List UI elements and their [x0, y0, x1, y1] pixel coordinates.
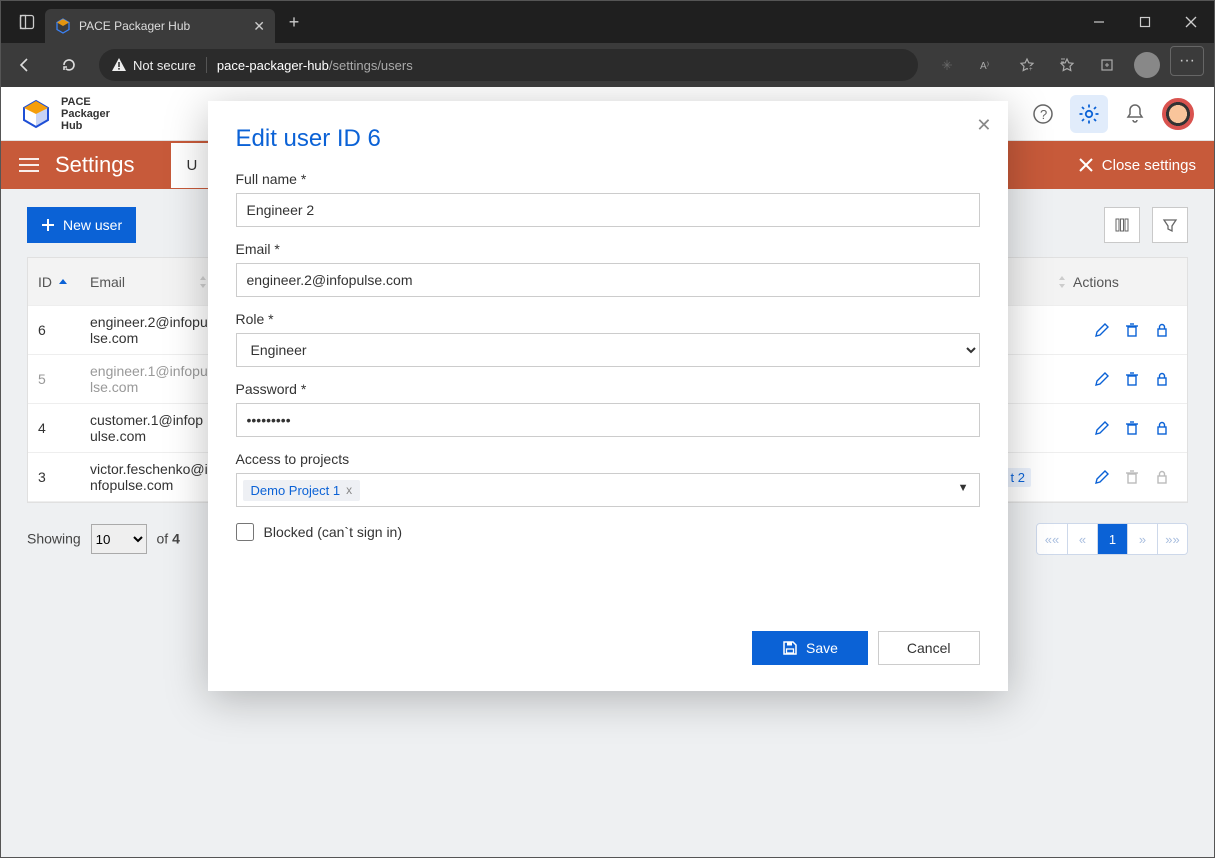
url-box[interactable]: Not secure pace-packager-hub/settings/us…	[99, 49, 918, 81]
browser-toolbar-icons: A⁾ + ···	[928, 46, 1210, 84]
label-access: Access to projects	[236, 451, 980, 467]
window-maximize-button[interactable]	[1122, 5, 1168, 39]
not-secure-indicator[interactable]: Not secure	[111, 57, 207, 73]
label-password: Password *	[236, 381, 980, 397]
label-email: Email *	[236, 241, 980, 257]
app-viewport: PACEPackagerHub ? Settings U Close setti…	[1, 87, 1214, 857]
access-projects-select[interactable]: Demo Project 1 x	[236, 473, 980, 507]
svg-text:A⁾: A⁾	[980, 61, 989, 72]
window-close-button[interactable]	[1168, 5, 1214, 39]
project-tag[interactable]: Demo Project 1 x	[243, 480, 361, 501]
save-label: Save	[806, 640, 838, 656]
nav-refresh-button[interactable]	[49, 45, 89, 85]
label-role: Role *	[236, 311, 980, 327]
url-text: pace-packager-hub/settings/users	[217, 58, 413, 73]
profile-button[interactable]	[1128, 46, 1166, 84]
nav-back-button[interactable]	[5, 45, 45, 85]
browser-more-button[interactable]: ···	[1170, 46, 1204, 76]
modal-overlay: ✕ Edit user ID 6 Full name * Email * Rol…	[1, 87, 1214, 857]
new-tab-button[interactable]: +	[279, 7, 309, 37]
collections-button[interactable]	[1088, 46, 1126, 84]
browser-titlebar: PACE Packager Hub ✕ +	[1, 1, 1214, 43]
blocked-checkbox-row[interactable]: Blocked (can`t sign in)	[236, 523, 980, 541]
cancel-button[interactable]: Cancel	[878, 631, 980, 665]
tab-favicon-icon	[55, 18, 71, 34]
save-button[interactable]: Save	[752, 631, 868, 665]
tab-overview-button[interactable]	[9, 5, 45, 39]
window-minimize-button[interactable]	[1076, 5, 1122, 39]
full-name-input[interactable]	[236, 193, 980, 227]
browser-window: PACE Packager Hub ✕ + Not secure pace-pa…	[0, 0, 1215, 858]
tag-remove-icon[interactable]: x	[346, 483, 352, 497]
modal-close-button[interactable]: ✕	[976, 115, 991, 136]
warning-icon	[111, 57, 127, 73]
tab-title: PACE Packager Hub	[79, 19, 245, 33]
password-input[interactable]	[236, 403, 980, 437]
email-input[interactable]	[236, 263, 980, 297]
tab-strip: PACE Packager Hub ✕ +	[1, 1, 309, 43]
svg-text:+: +	[1029, 67, 1033, 73]
modal-footer: Save Cancel	[236, 631, 980, 665]
edit-user-modal: ✕ Edit user ID 6 Full name * Email * Rol…	[208, 101, 1008, 691]
blocked-label: Blocked (can`t sign in)	[264, 524, 403, 540]
browser-tab[interactable]: PACE Packager Hub ✕	[45, 9, 275, 43]
enter-immersive-button[interactable]	[928, 46, 966, 84]
blocked-checkbox[interactable]	[236, 523, 254, 541]
profile-avatar-icon	[1134, 52, 1160, 78]
label-full-name: Full name *	[236, 171, 980, 187]
window-controls	[1076, 5, 1214, 39]
favorites-star-button[interactable]: +	[1008, 46, 1046, 84]
read-aloud-button[interactable]: A⁾	[968, 46, 1006, 84]
role-select[interactable]: Engineer	[236, 333, 980, 367]
project-tag-label: Demo Project 1	[251, 483, 341, 498]
favorites-list-button[interactable]	[1048, 46, 1086, 84]
save-icon	[782, 640, 798, 656]
tab-close-icon[interactable]: ✕	[253, 18, 265, 35]
not-secure-label: Not secure	[133, 58, 196, 73]
modal-title: Edit user ID 6	[236, 125, 980, 153]
browser-addressbar: Not secure pace-packager-hub/settings/us…	[1, 43, 1214, 87]
